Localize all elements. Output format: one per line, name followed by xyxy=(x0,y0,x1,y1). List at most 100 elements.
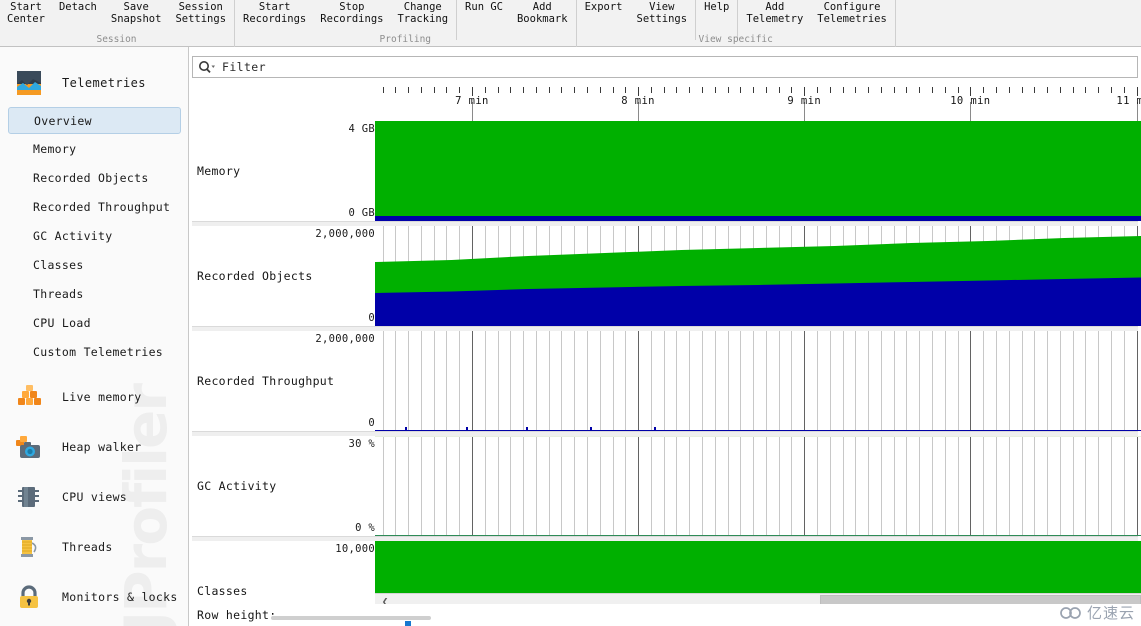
sidebar-item-label: Memory xyxy=(33,141,77,156)
toolbar-group-label: Session xyxy=(96,34,137,45)
help-label-line1: Help xyxy=(704,1,730,13)
filter-placeholder[interactable]: Filter xyxy=(222,60,266,74)
telemetries-icon xyxy=(14,68,44,98)
sidebar-item-label: Classes xyxy=(33,257,84,272)
axis-tick xyxy=(548,87,550,93)
chart-plot-area[interactable] xyxy=(375,121,1141,221)
configure-telemetries-button[interactable]: Configure Telemetries xyxy=(810,0,894,25)
help-button[interactable]: Help xyxy=(697,0,736,14)
sidebar-item-memory[interactable]: Memory xyxy=(0,134,188,163)
axis-tick xyxy=(829,87,831,93)
axis-tick xyxy=(484,87,486,93)
sidebar-section-threads[interactable]: Threads xyxy=(0,522,188,572)
chart-plot-area[interactable] xyxy=(375,331,1141,431)
main-panel: Filter 7 min 8 min 9 min 10 min 11 min Memory… xyxy=(189,47,1141,626)
start-center-button[interactable]: Start Center xyxy=(0,0,52,25)
axis-tick xyxy=(497,87,499,93)
axis-tick xyxy=(906,87,908,93)
sidebar-sections: Live memory Heap walker CPU views Threads Mo… xyxy=(0,372,188,622)
sidebar-item-cpu-load[interactable]: CPU Load xyxy=(0,308,188,337)
chart-title: Classes xyxy=(197,584,248,598)
axis-tick xyxy=(689,87,691,93)
memory-blocks-icon xyxy=(14,382,44,412)
axis-tick xyxy=(842,87,844,93)
sidebar-item-custom-telemetries[interactable]: Custom Telemetries xyxy=(0,337,188,366)
axis-tick xyxy=(995,87,997,93)
view-settings-label-line2: Settings xyxy=(636,12,688,25)
sidebar-section-monitors-locks[interactable]: Monitors & locks xyxy=(0,572,188,622)
sidebar-item-classes[interactable]: Classes xyxy=(0,250,188,279)
sidebar-item-recorded-throughput[interactable]: Recorded Throughput xyxy=(0,192,188,221)
run-gc-button[interactable]: Run GC xyxy=(458,0,510,14)
axis-tick xyxy=(1034,87,1036,93)
axis-tick xyxy=(586,87,588,93)
sidebar-section-label: Heap walker xyxy=(62,440,142,454)
axis-tick xyxy=(395,87,397,93)
sidebar-section-heap-walker[interactable]: Heap walker xyxy=(0,422,188,472)
axis-tick xyxy=(817,87,819,93)
chart-title: Memory xyxy=(197,164,241,178)
configure-telemetries-label-line2: Telemetries xyxy=(817,12,887,25)
export-label-line1: Export xyxy=(584,1,623,13)
axis-tick xyxy=(778,87,780,93)
add-bookmark-button[interactable]: Add Bookmark xyxy=(510,0,575,25)
chart-plot-area[interactable] xyxy=(375,436,1141,536)
toolbar-separator xyxy=(894,0,896,47)
y-axis-min-label: 0 xyxy=(368,417,375,429)
sidebar-section-label: Threads xyxy=(62,540,113,554)
row-height-label: Row height: xyxy=(197,608,277,622)
axis-tick xyxy=(612,87,614,93)
axis-tick xyxy=(1047,87,1049,93)
export-button[interactable]: Export xyxy=(578,0,630,14)
toolbar-group-session: Start Center Detach Save Snapshot Session Sett… xyxy=(0,0,233,47)
sidebar-item-gc-activity[interactable]: GC Activity xyxy=(0,221,188,250)
axis-tick xyxy=(574,87,576,93)
detach-button[interactable]: Detach xyxy=(52,0,104,14)
chart-row-gc-activity: GC Activity 30 % 0 % xyxy=(189,436,1141,536)
start-recordings-button[interactable]: Start Recordings xyxy=(236,0,313,25)
sidebar-item-overview[interactable]: Overview xyxy=(8,107,181,134)
stop-recordings-label-line2: Recordings xyxy=(320,12,384,25)
axis-tick xyxy=(932,87,934,93)
search-icon[interactable] xyxy=(198,60,216,74)
row-height-slider-knob[interactable] xyxy=(405,621,411,626)
sidebar-section-cpu-views[interactable]: CPU views xyxy=(0,472,188,522)
change-tracking-label-line2: Tracking xyxy=(397,12,449,25)
sidebar-section-live-memory[interactable]: Live memory xyxy=(0,372,188,422)
change-tracking-label-line1: Change xyxy=(403,1,442,13)
sidebar-item-threads[interactable]: Threads xyxy=(0,279,188,308)
sidebar-item-label: Recorded Objects xyxy=(33,170,149,185)
axis-tick-label: 10 min xyxy=(950,95,991,107)
view-settings-button[interactable]: View Settings xyxy=(630,0,695,25)
axis-tick xyxy=(791,87,793,93)
padlock-icon xyxy=(14,582,44,612)
add-bookmark-label-line1: Add xyxy=(532,1,552,13)
session-settings-button[interactable]: Session Settings xyxy=(168,0,233,25)
axis-tick xyxy=(1021,87,1023,93)
site-watermark-text: 亿速云 xyxy=(1086,604,1135,622)
axis-tick xyxy=(676,87,678,93)
sidebar-section-label: Live memory xyxy=(62,390,142,404)
cloud-icon xyxy=(1060,606,1081,619)
stop-recordings-button[interactable]: Stop Recordings xyxy=(313,0,390,25)
filter-bar[interactable]: Filter xyxy=(192,56,1138,78)
chart-plot-area[interactable] xyxy=(375,226,1141,326)
axis-tick xyxy=(983,87,985,93)
axis-tick xyxy=(1098,87,1100,93)
axis-tick xyxy=(535,87,537,93)
axis-tick xyxy=(855,87,857,93)
row-height-slider[interactable] xyxy=(271,616,431,626)
bottom-bar: Row height: 亿速云 xyxy=(189,604,1141,626)
y-axis-max-label: 30 % xyxy=(348,438,375,450)
axis-tick xyxy=(1008,87,1010,93)
add-telemetry-button[interactable]: Add Telemetry xyxy=(739,0,810,25)
sidebar-item-recorded-objects[interactable]: Recorded Objects xyxy=(0,163,188,192)
change-tracking-button[interactable]: Change Tracking xyxy=(390,0,455,25)
save-snapshot-button[interactable]: Save Snapshot xyxy=(104,0,169,25)
axis-tick xyxy=(1110,87,1112,93)
axis-tick xyxy=(944,87,946,93)
sidebar-item-label: Recorded Throughput xyxy=(33,199,171,214)
detach-label-line1: Detach xyxy=(58,1,97,13)
y-axis-max-label: 2,000,000 xyxy=(315,333,375,345)
chart-row-recorded-throughput: Recorded Throughput 2,000,000 0 xyxy=(189,331,1141,431)
